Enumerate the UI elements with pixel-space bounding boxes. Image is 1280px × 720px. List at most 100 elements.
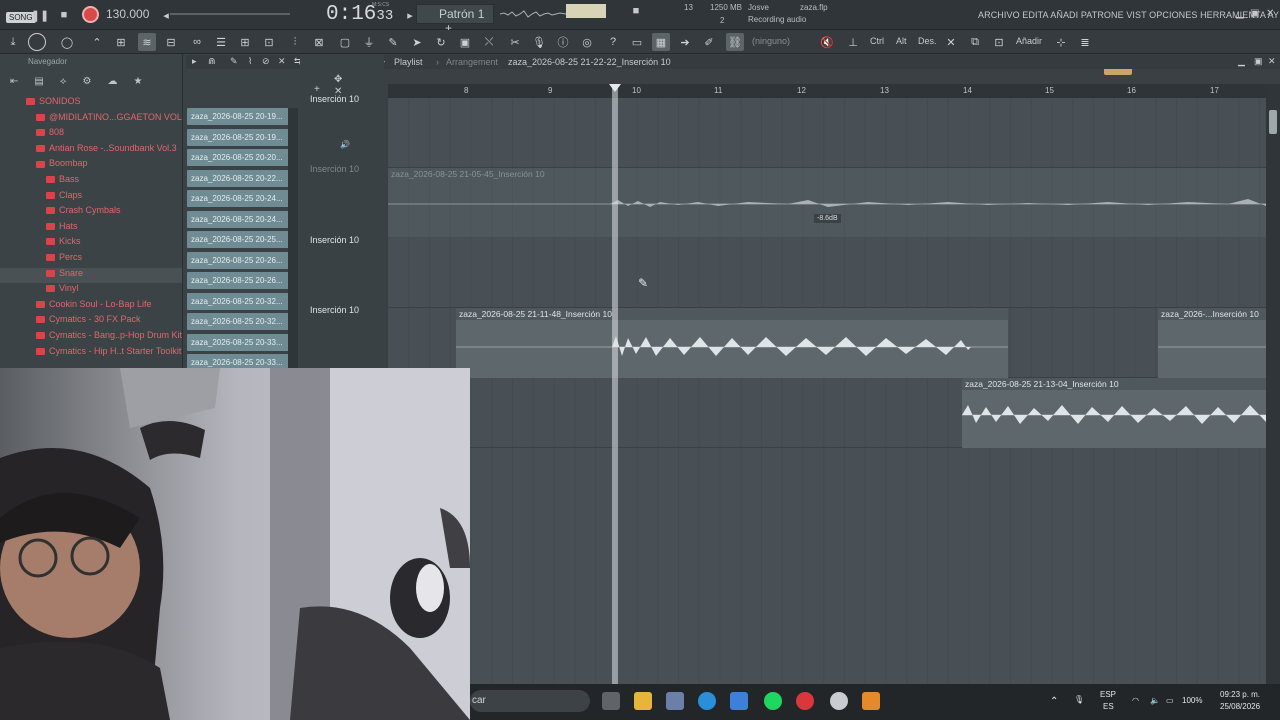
- info-icon[interactable]: ⓘ: [554, 33, 572, 51]
- tray-chevron-icon[interactable]: ⌃: [1050, 696, 1058, 707]
- browser-item[interactable]: Antian Rose -..Soundbank Vol.3: [0, 143, 182, 159]
- audio-clip-4[interactable]: zaza_2026-08-25 21-13-04_Inserción 10: [962, 378, 1266, 448]
- delete-tool-icon[interactable]: ⊘: [262, 56, 270, 67]
- browser-item[interactable]: Crash Cymbals: [0, 205, 182, 221]
- browser-item[interactable]: Vinyl: [0, 283, 182, 299]
- file-explorer-icon[interactable]: [634, 692, 652, 710]
- cloud-tab-icon[interactable]: ☁: [107, 76, 117, 87]
- pattern-icon[interactable]: ⊠: [310, 33, 328, 51]
- stop-button[interactable]: ■: [54, 6, 74, 24]
- store-icon[interactable]: [730, 692, 748, 710]
- studio-app-icon[interactable]: [666, 692, 684, 710]
- pencil-icon[interactable]: ✐: [700, 33, 718, 51]
- lane-2[interactable]: zaza_2026-08-25 21-05-45_Inserción 10 -8…: [388, 168, 1266, 238]
- recording-file[interactable]: zaza_2026-08-25 20-24...: [187, 190, 289, 207]
- plugin-icon[interactable]: ⊡: [260, 33, 278, 51]
- close-icon[interactable]: ✕: [1266, 8, 1274, 19]
- pause-button[interactable]: ❚❚: [30, 6, 50, 24]
- target-selector[interactable]: (ninguno): [752, 36, 790, 46]
- plug-icon[interactable]: ⏚: [360, 33, 378, 51]
- recording-file[interactable]: zaza_2026-08-25 20-25...: [187, 231, 289, 248]
- spotify-icon[interactable]: [764, 692, 782, 710]
- timeline-ruler[interactable]: 8 9 10 11 12 13 14 15 16 17: [388, 84, 1266, 98]
- playhead-marker-icon[interactable]: [609, 84, 621, 92]
- folder-tab-icon[interactable]: ▤: [34, 76, 43, 87]
- document-icon[interactable]: ▢: [336, 33, 354, 51]
- cut-icon[interactable]: ✂: [506, 33, 524, 51]
- browser-item[interactable]: Kicks: [0, 236, 182, 252]
- track-4-label[interactable]: Inserción 10: [310, 305, 359, 315]
- add-label[interactable]: Añadir: [1016, 36, 1042, 46]
- tempo-display[interactable]: 130.000: [106, 7, 149, 21]
- tool-icon[interactable]: ✎: [384, 33, 402, 51]
- lane-3[interactable]: [388, 238, 1266, 308]
- recording-file[interactable]: zaza_2026-08-25 20-19...: [187, 108, 289, 125]
- wifi-icon[interactable]: ◠: [1132, 696, 1139, 705]
- lang-region[interactable]: ES: [1103, 702, 1114, 711]
- lang-code[interactable]: ESP: [1100, 690, 1116, 699]
- browser-item[interactable]: Claps: [0, 190, 182, 206]
- edge-icon[interactable]: [698, 692, 716, 710]
- screen-icon[interactable]: ▭: [628, 33, 646, 51]
- cpu-knob-icon[interactable]: [28, 33, 46, 51]
- clock-time[interactable]: 09:23 p. m.: [1220, 690, 1260, 699]
- browser-item[interactable]: Cymatics - Bang..p-Hop Drum Kit: [0, 330, 182, 346]
- lane-4[interactable]: zaza_2026-08-25 21-11-48_Inserción 10 za…: [388, 308, 1266, 378]
- track-3-label[interactable]: Inserción 10: [310, 235, 359, 245]
- next-icon[interactable]: ➔: [676, 33, 694, 51]
- refresh-icon[interactable]: ↻: [432, 33, 450, 51]
- copy-icon[interactable]: ⧉: [966, 33, 984, 51]
- recording-file[interactable]: zaza_2026-08-25 20-33...: [187, 333, 289, 351]
- browser-item[interactable]: Boombap: [0, 158, 182, 174]
- recording-file[interactable]: zaza_2026-08-25 20-26...: [187, 251, 289, 269]
- browser-item[interactable]: Hats: [0, 221, 182, 237]
- brush-tool-icon[interactable]: ⌇: [248, 56, 252, 67]
- clock-date[interactable]: 25/08/2026: [1220, 702, 1260, 711]
- piano-roll-icon[interactable]: ▦: [652, 33, 670, 51]
- settings-tab-icon[interactable]: ⚙: [82, 76, 91, 87]
- main-menu[interactable]: ARCHIVO EDITA AÑADI PATRONE VIST OPCIONE…: [978, 10, 1279, 20]
- arrow-icon[interactable]: ➤: [408, 33, 426, 51]
- chat-icon[interactable]: ◎: [578, 33, 596, 51]
- battery-icon[interactable]: ▭: [1166, 696, 1174, 705]
- master-volume-slider[interactable]: [170, 13, 290, 15]
- compress-icon[interactable]: ⤬: [480, 33, 498, 51]
- browser-item[interactable]: Percs: [0, 252, 182, 268]
- mute-icon[interactable]: 🔇: [818, 33, 836, 51]
- snap-icon[interactable]: ⌃: [88, 33, 106, 51]
- lane-5[interactable]: zaza_2026-08-25 21-13-04_Inserción 10: [388, 378, 1266, 448]
- mic-tray-icon[interactable]: 🎙: [1074, 695, 1084, 704]
- record-button[interactable]: [82, 6, 99, 23]
- plugins-tab-icon[interactable]: ⟡: [60, 76, 67, 87]
- playhead[interactable]: [612, 84, 618, 684]
- recording-file[interactable]: zaza_2026-08-25 20-32...: [187, 313, 289, 330]
- recording-file[interactable]: zaza_2026-08-25 20-26...: [187, 272, 289, 289]
- browser-scrollbar[interactable]: [288, 108, 298, 368]
- track-2-label[interactable]: Inserción 10: [310, 164, 359, 174]
- alt-key[interactable]: Alt: [896, 36, 907, 46]
- playlist-close-icon[interactable]: ✕: [1268, 56, 1276, 67]
- audio-clip-3[interactable]: zaza_2026-...Inserción 10: [1158, 308, 1266, 378]
- browser-item[interactable]: 808: [0, 127, 182, 143]
- mic-icon[interactable]: 🎙: [530, 33, 548, 51]
- link-icon[interactable]: ⛓: [726, 33, 744, 51]
- recording-file[interactable]: zaza_2026-08-25 20-20...: [187, 149, 289, 166]
- playlist-play-icon[interactable]: ▸: [192, 56, 197, 67]
- pattern-selector[interactable]: Patrón 1 +: [416, 4, 494, 35]
- faders-icon[interactable]: ⫶: [286, 33, 304, 51]
- ctrl-key[interactable]: Ctrl: [870, 36, 884, 46]
- recording-file[interactable]: zaza_2026-08-25 20-22...: [187, 169, 289, 187]
- playlist-scrollbar[interactable]: [1266, 84, 1280, 684]
- task-view-icon[interactable]: [602, 692, 620, 710]
- master-pitch-knob[interactable]: ◂: [156, 6, 176, 24]
- playlist-min-icon[interactable]: ▁: [1238, 56, 1245, 67]
- audio-clip-2[interactable]: zaza_2026-08-25 21-11-48_Inserción 10: [456, 308, 1008, 378]
- mixer-icon[interactable]: ☰: [212, 33, 230, 51]
- star-tab-icon[interactable]: ★: [133, 76, 142, 87]
- browser-item[interactable]: Snare: [0, 267, 182, 284]
- loop-icon[interactable]: ∞: [188, 33, 206, 51]
- scroll-thumb[interactable]: [1269, 110, 1277, 134]
- download-icon[interactable]: ⤓: [4, 33, 22, 51]
- volume-icon[interactable]: 🔈: [1150, 696, 1160, 705]
- stamp-icon[interactable]: ⊥: [844, 33, 862, 51]
